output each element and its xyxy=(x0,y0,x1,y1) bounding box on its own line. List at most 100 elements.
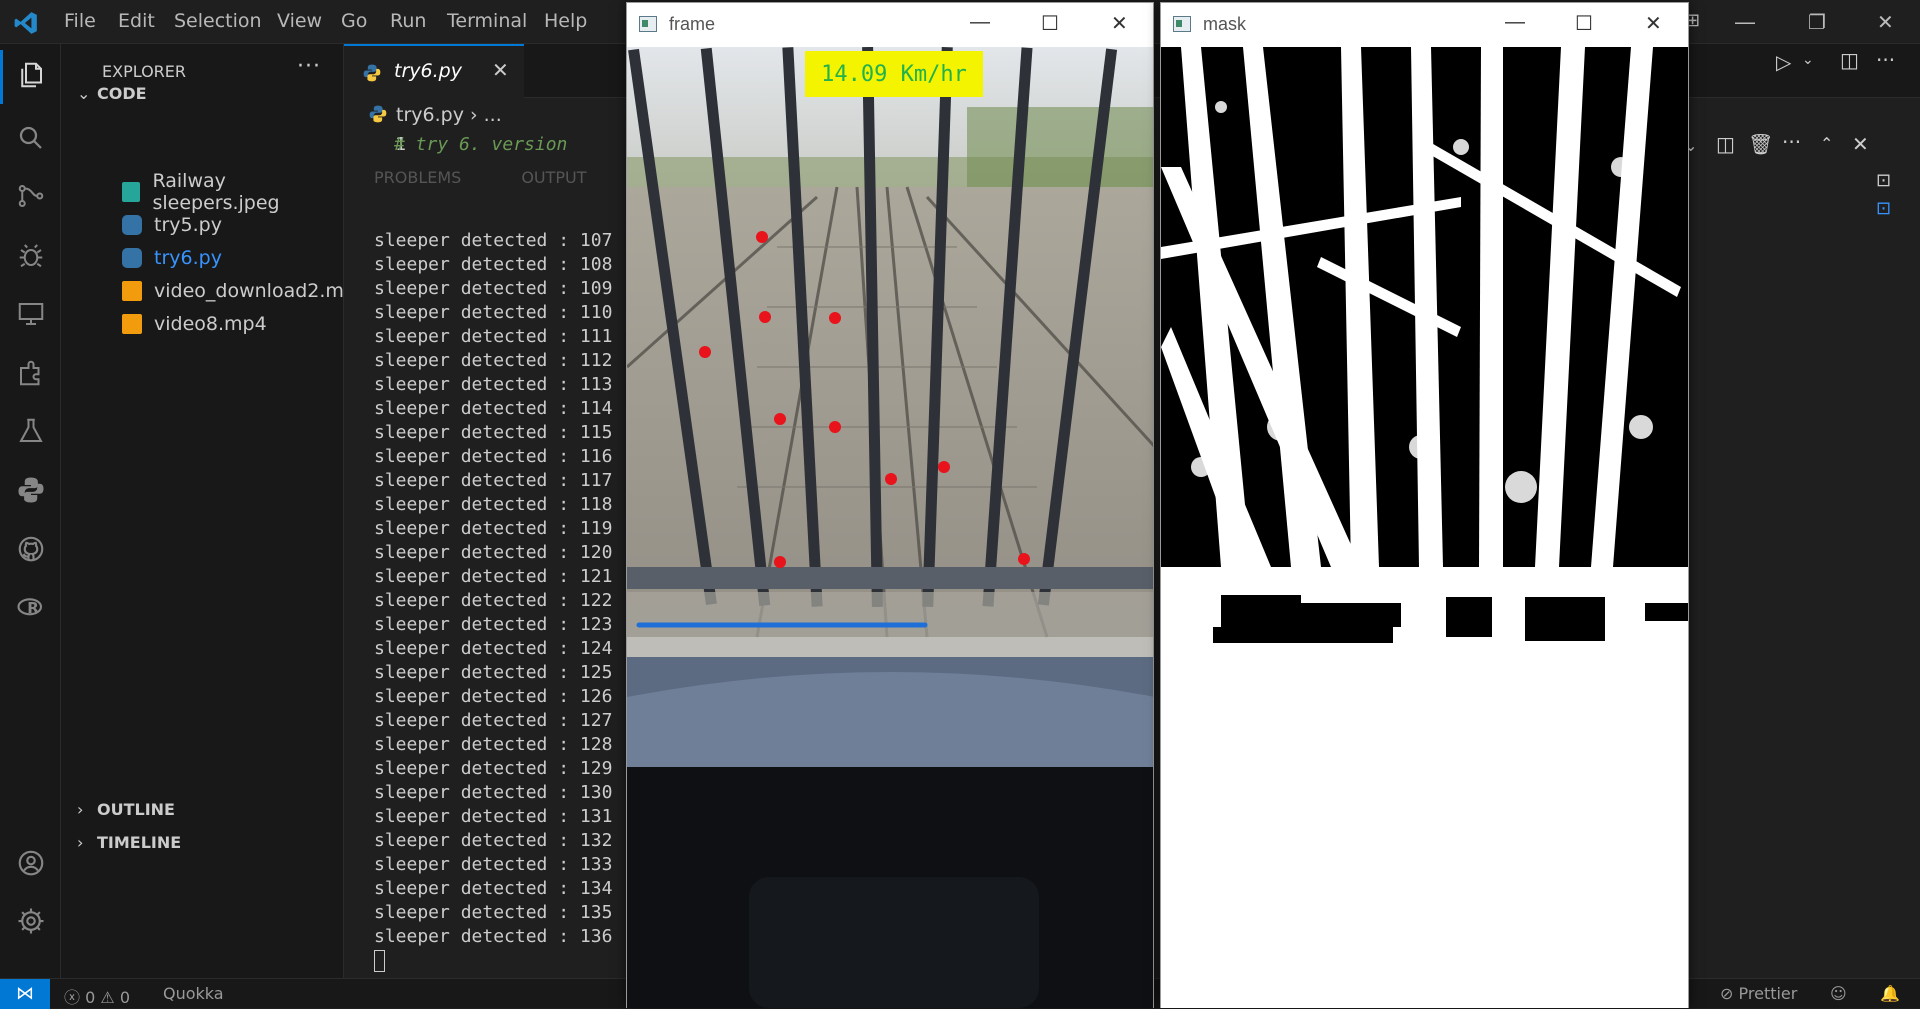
settings-gear-icon[interactable] xyxy=(16,906,46,936)
window-icon xyxy=(639,16,657,32)
python-icon xyxy=(122,215,142,235)
terminal-cursor[interactable] xyxy=(374,949,612,973)
file-name: video8.mp4 xyxy=(154,313,267,335)
chevron-down-icon[interactable]: ⌄ xyxy=(1802,52,1814,68)
extensions-icon[interactable] xyxy=(16,358,46,388)
python-icon xyxy=(369,105,387,123)
mask-titlebar: mask ― ☐ ✕ xyxy=(1161,3,1688,47)
file-item[interactable]: try6.py xyxy=(122,244,222,272)
prettier-label: Prettier xyxy=(1738,984,1798,1003)
terminal-icon[interactable]: ⊡ xyxy=(1876,170,1891,191)
sleeper-marker xyxy=(699,346,711,358)
remote-explorer-icon[interactable] xyxy=(16,299,46,329)
menu-edit[interactable]: Edit xyxy=(118,10,155,32)
remote-indicator-icon[interactable]: ⋈ xyxy=(0,979,50,1009)
python-icon[interactable] xyxy=(16,475,46,505)
notifications-bell-icon[interactable]: 🔔 xyxy=(1880,984,1900,1003)
frame-image: 14.09 Km/hr xyxy=(627,47,1153,1008)
terminal-line: sleeper detected : 113 xyxy=(374,374,613,395)
close-icon[interactable]: ✕ xyxy=(492,58,509,82)
file-item[interactable]: video_download2.m... xyxy=(122,277,362,305)
quokka-status[interactable]: Quokka xyxy=(163,984,224,1003)
breadcrumb-more[interactable]: ... xyxy=(484,104,502,126)
maximize-button[interactable]: ☐ xyxy=(1041,11,1059,36)
close-button[interactable]: ✕ xyxy=(1645,11,1662,36)
terminal-line: sleeper detected : 108 xyxy=(374,254,613,275)
warning-icon: ⚠ xyxy=(100,988,115,1007)
close-button[interactable]: ✕ xyxy=(1111,11,1128,36)
timeline-section[interactable]: › TIMELINE xyxy=(77,833,181,852)
error-icon: ⓧ xyxy=(64,988,81,1007)
trash-icon[interactable]: 🗑 xyxy=(1748,132,1773,156)
error-count: 0 xyxy=(85,988,96,1007)
terminal-line: sleeper detected : 127 xyxy=(374,710,613,731)
menu-file[interactable]: File xyxy=(64,10,96,32)
terminal-icon[interactable]: ⊡ xyxy=(1876,198,1891,219)
search-icon[interactable] xyxy=(16,123,46,153)
terminal-line: sleeper detected : 122 xyxy=(374,590,613,611)
panel-tab-output[interactable]: OUTPUT xyxy=(521,168,586,187)
terminal-line: sleeper detected : 115 xyxy=(374,422,613,443)
frame-titlebar: frame ― ☐ ✕ xyxy=(627,3,1153,47)
minimize-button[interactable]: ― xyxy=(1505,11,1525,34)
terminal-line: sleeper detected : 118 xyxy=(374,494,613,515)
terminal-line: sleeper detected : 133 xyxy=(374,854,613,875)
close-panel-icon[interactable]: ✕ xyxy=(1852,132,1869,156)
explorer-icon[interactable] xyxy=(16,60,46,90)
chevron-up-icon[interactable]: ⌃ xyxy=(1820,134,1833,153)
r-lang-icon[interactable]: R xyxy=(16,593,46,623)
minimize-button[interactable]: ― xyxy=(970,11,990,34)
menu-selection[interactable]: Selection xyxy=(174,10,262,32)
source-control-icon[interactable] xyxy=(16,181,46,211)
split-editor-icon[interactable]: ◫ xyxy=(1840,48,1859,72)
menu-view[interactable]: View xyxy=(277,10,322,32)
minimize-button[interactable]: ― xyxy=(1735,10,1755,34)
testing-icon[interactable] xyxy=(16,416,46,446)
file-item[interactable]: video8.mp4 xyxy=(122,310,267,338)
code-line[interactable]: # try 6. version xyxy=(394,134,567,155)
sleeper-marker xyxy=(829,421,841,433)
folder-header-code[interactable]: ⌄ CODE xyxy=(77,84,147,103)
split-terminal-icon[interactable]: ◫ xyxy=(1716,132,1735,156)
more-actions-icon[interactable]: ··· xyxy=(297,54,321,79)
mask-title: mask xyxy=(1203,14,1247,34)
terminal-line: sleeper detected : 126 xyxy=(374,686,613,707)
tab-label: try6.py xyxy=(394,60,462,82)
terminal-output[interactable]: sleeper detected : 107 sleeper detected :… xyxy=(374,229,612,973)
breadcrumb-file[interactable]: try6.py xyxy=(396,104,464,126)
prettier-status[interactable]: ⊘ Prettier xyxy=(1720,984,1797,1003)
sleeper-marker xyxy=(756,231,768,243)
sleeper-marker xyxy=(885,473,897,485)
account-icon[interactable] xyxy=(16,848,46,878)
explorer-title: EXPLORER xyxy=(102,62,186,81)
tab-try6[interactable]: try6.py ✕ xyxy=(344,44,524,98)
file-item[interactable]: try5.py xyxy=(122,211,222,239)
maximize-button[interactable]: ☐ xyxy=(1575,11,1593,36)
problems-indicator[interactable]: ⓧ 0 ⚠ 0 xyxy=(64,984,130,1008)
python-icon xyxy=(122,248,142,268)
outline-section[interactable]: › OUTLINE xyxy=(77,800,175,819)
vscode-logo-icon xyxy=(14,12,37,34)
frame-video: 14.09 Km/hr xyxy=(627,47,1153,1008)
close-button[interactable]: ✕ xyxy=(1877,10,1894,34)
file-item[interactable]: Railway sleepers.jpeg xyxy=(122,170,343,214)
github-icon[interactable] xyxy=(16,534,46,564)
run-icon[interactable]: ▷ xyxy=(1776,50,1791,74)
menu-help[interactable]: Help xyxy=(544,10,587,32)
menu-go[interactable]: Go xyxy=(341,10,367,32)
terminal-line: sleeper detected : 112 xyxy=(374,350,613,371)
feedback-icon[interactable]: ☺ xyxy=(1830,984,1847,1003)
chevron-right-icon: › xyxy=(77,833,84,852)
panel-tab-problems[interactable]: PROBLEMS xyxy=(374,168,461,187)
breadcrumb: try6.py › ... xyxy=(368,104,502,126)
restore-button[interactable]: ❐ xyxy=(1808,10,1826,34)
file-name: try6.py xyxy=(154,247,222,269)
menu-terminal[interactable]: Terminal xyxy=(447,10,527,32)
terminal-line: sleeper detected : 109 xyxy=(374,278,613,299)
menu-run[interactable]: Run xyxy=(390,10,426,32)
terminal-line: sleeper detected : 110 xyxy=(374,302,613,323)
more-actions-icon[interactable]: ··· xyxy=(1782,130,1801,154)
debug-icon[interactable] xyxy=(16,240,46,270)
terminal-line: sleeper detected : 117 xyxy=(374,470,613,491)
more-actions-icon[interactable]: ··· xyxy=(1876,48,1895,72)
